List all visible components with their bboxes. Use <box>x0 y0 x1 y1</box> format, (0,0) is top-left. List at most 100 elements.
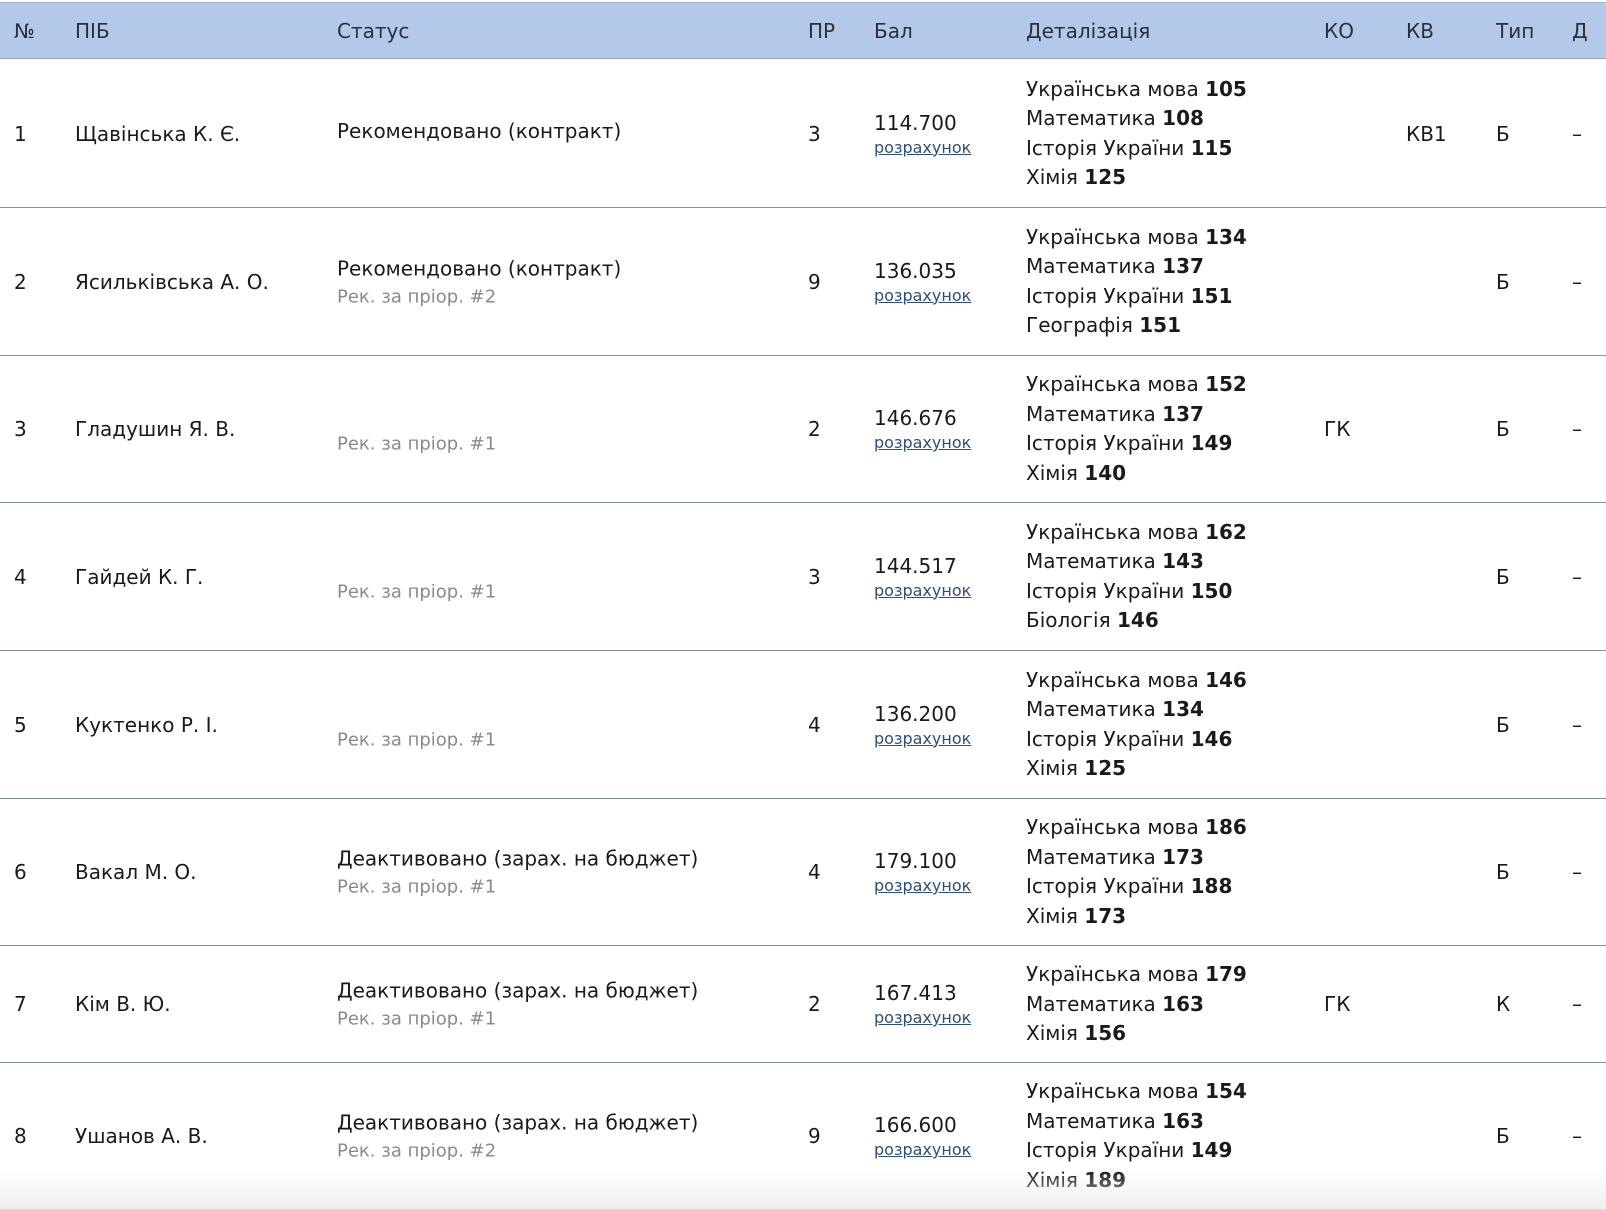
subject-name: Українська мова <box>1026 76 1199 101</box>
subject-name: Історія України <box>1026 578 1185 603</box>
header-priority[interactable]: ПР <box>808 3 835 60</box>
subject-name: Українська мова <box>1026 224 1199 249</box>
status-text <box>337 551 496 575</box>
table-row: 2 Ясильківська А. О. Рекомендовано (контра… <box>0 208 1606 356</box>
priority-value: 9 <box>808 269 821 294</box>
subject-points: 163 <box>1162 991 1204 1016</box>
status-priority-note: Рек. за пріор. #2 <box>337 1140 497 1162</box>
calculation-link[interactable]: розрахунок <box>874 729 971 748</box>
calculation-link[interactable]: розрахунок <box>874 1140 971 1159</box>
row-number: 2 <box>14 269 27 294</box>
priority-value: 4 <box>808 860 821 884</box>
calculation-link[interactable]: розрахунок <box>874 1008 971 1027</box>
subject-points: 152 <box>1205 372 1247 396</box>
subject-name: Українська мова <box>1026 1079 1199 1103</box>
subject-name: Історія України <box>1026 283 1185 308</box>
subject-score: Хімія 156 <box>1026 1019 1247 1049</box>
table-row: 8 Ушанов А. В. Деактивовано (зарах. на бюд… <box>0 1063 1606 1210</box>
subject-points: 115 <box>1190 135 1233 160</box>
header-d[interactable]: Д <box>1572 3 1588 60</box>
applicant-name: Ясильківська А. О. <box>75 269 269 294</box>
subject-score: Хімія 189 <box>1026 1166 1247 1196</box>
subject-name: Українська мова <box>1026 961 1199 986</box>
table-header: № ПІБ Статус ПР Бал Деталізація КО КВ Ти… <box>0 2 1606 59</box>
type-value: Б <box>1496 417 1510 441</box>
status-cell: Рекомендовано (контракт) Рек. за пріор. #… <box>337 256 621 307</box>
header-status[interactable]: Статус <box>337 3 409 60</box>
subject-score: Історія України 115 <box>1026 134 1247 164</box>
details-cell: Українська мова 162 Математика 143 Історія… <box>1026 518 1247 636</box>
status-text: Рекомендовано (контракт) <box>337 118 622 143</box>
subject-name: Історія України <box>1026 1138 1185 1162</box>
subject-score: Історія України 149 <box>1026 1136 1247 1166</box>
d-value: – <box>1572 564 1582 589</box>
subject-points: 150 <box>1190 578 1233 603</box>
score-cell: 144.517 розрахунок <box>874 554 971 600</box>
subject-score: Хімія 125 <box>1026 754 1247 784</box>
status-priority-note: Рек. за пріор. #1 <box>337 581 497 602</box>
subject-score: Хімія 125 <box>1026 163 1247 193</box>
subject-points: 173 <box>1162 844 1204 869</box>
subject-score: Українська мова 179 <box>1026 960 1247 990</box>
subject-score: Українська мова 154 <box>1026 1077 1247 1107</box>
row-number: 6 <box>14 860 27 884</box>
subject-name: Хімія <box>1026 460 1078 485</box>
score-cell: 136.200 розрахунок <box>874 702 971 748</box>
status-cell: Рекомендовано (контракт) <box>337 119 621 149</box>
score-cell: 136.035 розрахунок <box>874 259 971 305</box>
subject-score: Історія України 188 <box>1026 872 1247 902</box>
score-value: 146.676 <box>874 406 957 430</box>
subject-points: 146 <box>1205 667 1247 692</box>
status-cell: Деактивовано (зарах. на бюджет) Рек. за п… <box>337 1111 698 1162</box>
subject-score: Українська мова 162 <box>1026 518 1247 548</box>
subject-score: Хімія 173 <box>1026 902 1247 932</box>
subject-points: 125 <box>1084 756 1127 780</box>
subject-points: 140 <box>1084 460 1127 485</box>
subject-points: 143 <box>1162 549 1204 573</box>
d-value: – <box>1572 992 1582 1016</box>
calculation-link[interactable]: розрахунок <box>874 286 971 305</box>
header-details[interactable]: Деталізація <box>1026 3 1150 60</box>
row-number: 8 <box>14 1124 27 1148</box>
row-number: 4 <box>14 564 27 589</box>
calculation-link[interactable]: розрахунок <box>874 433 971 452</box>
calculation-link[interactable]: розрахунок <box>874 138 971 157</box>
status-priority-note: Рек. за пріор. #1 <box>337 729 497 750</box>
subject-points: 134 <box>1205 224 1247 249</box>
table-row: 6 Вакал М. О. Деактивовано (зарах. на бюдж… <box>0 799 1606 946</box>
subject-points: 137 <box>1162 254 1204 278</box>
row-number: 3 <box>14 417 27 441</box>
table-row: 3 Гладушин Я. В. Рек. за пріор. #1 2 146.676… <box>0 356 1606 503</box>
calculation-link[interactable]: розрахунок <box>874 581 971 600</box>
applicant-name: Ушанов А. В. <box>75 1124 208 1148</box>
subject-score: Географія 151 <box>1026 311 1247 341</box>
type-value: К <box>1496 992 1511 1016</box>
priority-value: 4 <box>808 712 821 737</box>
type-value: Б <box>1496 712 1510 737</box>
status-cell: Рек. за пріор. #1 <box>337 404 496 455</box>
header-kv[interactable]: КВ <box>1406 3 1434 60</box>
score-cell: 166.600 розрахунок <box>874 1113 971 1159</box>
subject-name: Українська мова <box>1026 815 1199 839</box>
score-value: 136.200 <box>874 701 957 726</box>
d-value: – <box>1572 121 1582 146</box>
header-ko[interactable]: КО <box>1324 3 1354 60</box>
table-row: 4 Гайдей К. Г. Рек. за пріор. #1 3 144.517 ро… <box>0 503 1606 651</box>
subject-score: Математика 134 <box>1026 695 1247 725</box>
ko-value: ГК <box>1324 417 1351 441</box>
subject-points: 125 <box>1084 165 1127 189</box>
priority-value: 2 <box>808 992 821 1016</box>
calculation-link[interactable]: розрахунок <box>874 876 971 895</box>
header-type[interactable]: Тип <box>1496 3 1534 60</box>
subject-points: 189 <box>1084 1167 1127 1192</box>
status-priority-note: Рек. за пріор. #1 <box>337 876 497 898</box>
subject-name: Математика <box>1026 1108 1156 1133</box>
subject-points: 137 <box>1162 401 1204 426</box>
header-num[interactable]: № <box>14 3 35 60</box>
d-value: – <box>1572 417 1582 441</box>
header-score[interactable]: Бал <box>874 3 913 60</box>
subject-score: Українська мова 134 <box>1026 223 1247 253</box>
applicant-name: Гладушин Я. В. <box>75 417 236 441</box>
header-name[interactable]: ПІБ <box>75 3 110 60</box>
ko-value: ГК <box>1324 992 1351 1016</box>
